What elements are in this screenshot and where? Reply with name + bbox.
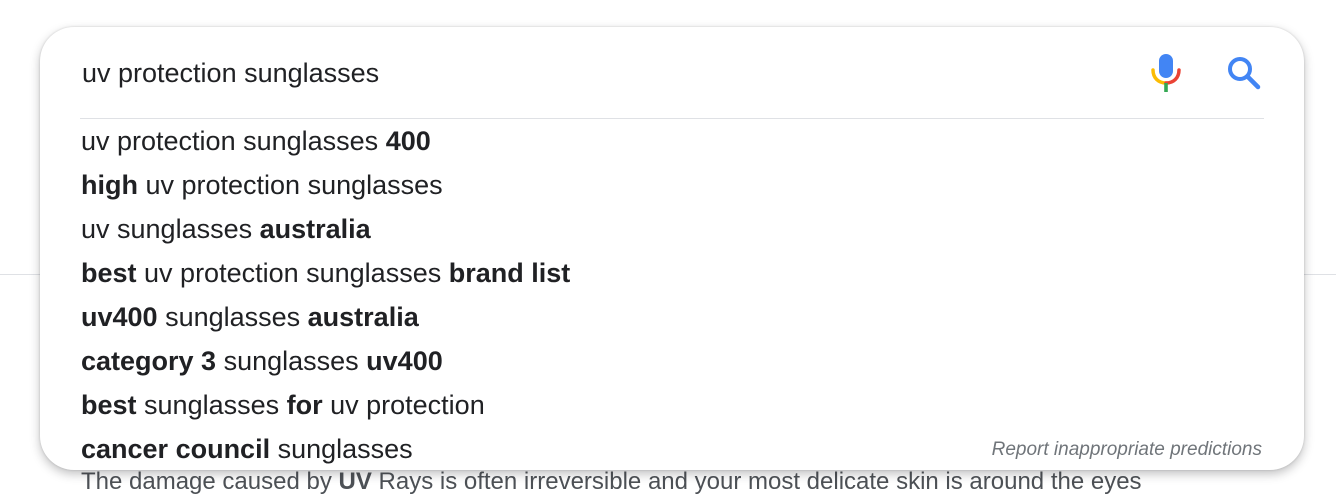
text-run: uv sunglasses xyxy=(81,214,260,244)
highlighted-text: for xyxy=(286,390,323,420)
search-input[interactable] xyxy=(82,51,1122,95)
text-run: sunglasses xyxy=(270,434,413,464)
highlighted-text: australia xyxy=(307,302,419,332)
search-button[interactable] xyxy=(1224,53,1264,93)
suggestion-item[interactable]: best sunglasses for uv protection xyxy=(81,383,981,427)
highlighted-text: best xyxy=(81,258,137,288)
highlighted-text: cancer council xyxy=(81,434,271,464)
highlighted-text: UV xyxy=(338,468,372,495)
text-run: The damage caused by xyxy=(81,468,339,495)
text-run: sunglasses xyxy=(157,302,308,332)
suggestion-item[interactable]: uv sunglasses australia xyxy=(81,207,981,251)
text-run: sunglasses xyxy=(216,346,367,376)
microphone-icon xyxy=(1151,54,1181,92)
highlighted-text: uv400 xyxy=(81,302,158,332)
voice-search-button[interactable] xyxy=(1148,51,1184,95)
highlighted-text: 400 xyxy=(385,126,431,156)
suggestion-item[interactable]: uv400 sunglasses australia xyxy=(81,295,981,339)
suggestion-item[interactable]: uv protection sunglasses 400 xyxy=(81,119,981,163)
magnifier-icon xyxy=(1228,57,1261,90)
suggestion-item[interactable]: best uv protection sunglasses brand list xyxy=(81,251,981,295)
suggestion-list: uv protection sunglasses 400 high uv pro… xyxy=(81,119,981,471)
text-run: uv protection sunglasses xyxy=(136,258,449,288)
highlighted-text: brand list xyxy=(448,258,571,288)
highlighted-text: australia xyxy=(259,214,371,244)
highlighted-text: high xyxy=(81,170,138,200)
highlighted-text: uv400 xyxy=(366,346,443,376)
text-run: Rays is often irreversible and your most… xyxy=(371,468,1142,495)
highlighted-text: best xyxy=(81,390,137,420)
report-predictions-link[interactable]: Report inappropriate predictions xyxy=(992,439,1262,461)
search-autocomplete-panel: uv protection sunglasses 400 high uv pro… xyxy=(40,27,1304,470)
text-run: uv protection xyxy=(322,390,485,420)
suggestion-item[interactable]: high uv protection sunglasses xyxy=(81,163,981,207)
text-run: uv protection sunglasses xyxy=(81,126,386,156)
text-run: uv protection sunglasses xyxy=(137,170,443,200)
text-run: sunglasses xyxy=(136,390,287,420)
highlighted-text: category 3 xyxy=(81,346,217,376)
suggestion-item[interactable]: category 3 sunglasses uv400 xyxy=(81,339,981,383)
suggestion-item[interactable]: cancer council sunglasses xyxy=(81,427,981,471)
